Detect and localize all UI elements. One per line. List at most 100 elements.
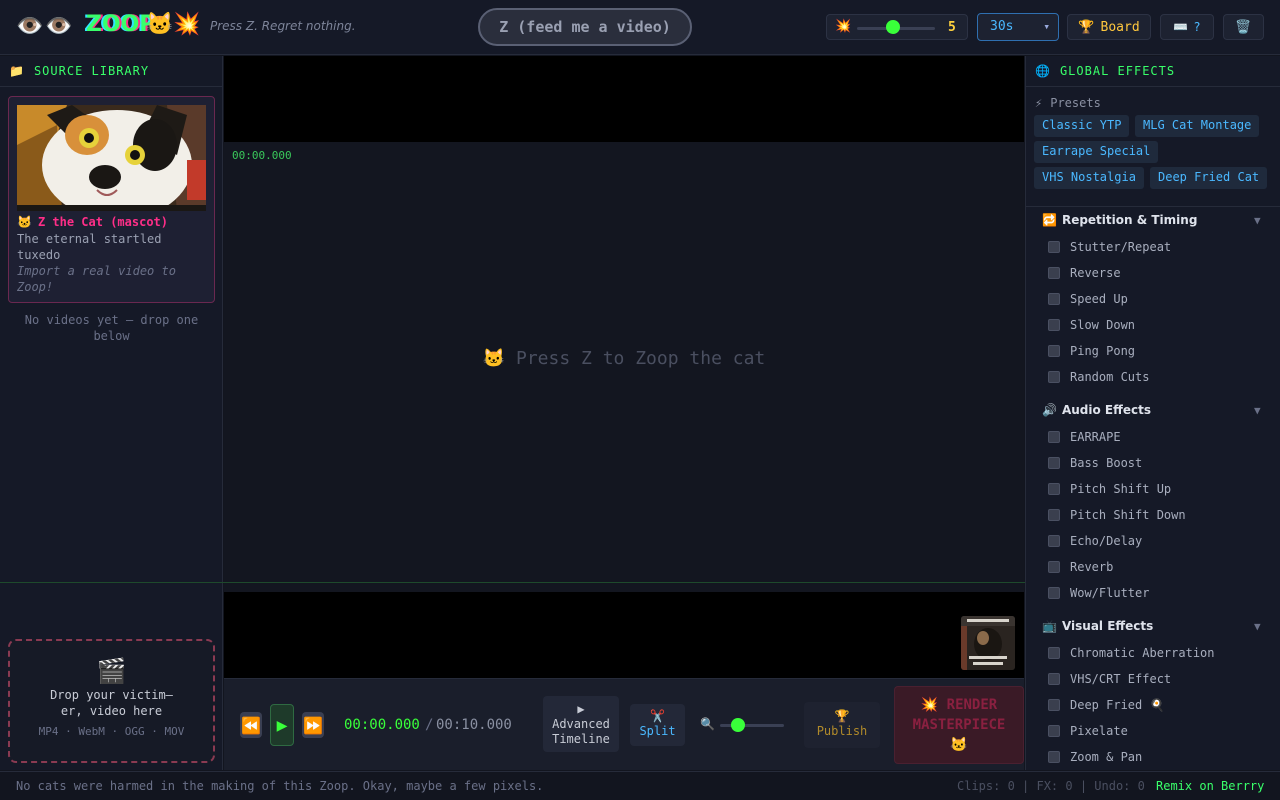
checkbox[interactable] xyxy=(1048,673,1060,685)
group-title: Audio Effects xyxy=(1061,403,1151,417)
fx-label: Pixelate xyxy=(1070,724,1128,738)
fx-label: Wow/Flutter xyxy=(1070,586,1150,600)
fx-pixelate[interactable]: Pixelate xyxy=(1048,724,1128,738)
timeline-strip[interactable] xyxy=(224,592,1024,678)
fx-zoom-pan[interactable]: Zoom & Pan xyxy=(1048,750,1142,764)
clapperboard-icon: 🎬 xyxy=(96,657,127,685)
play-button[interactable]: ▶ xyxy=(270,704,294,746)
mascot-video-card[interactable]: 🐱 Z the Cat (mascot) The eternal startle… xyxy=(8,96,215,303)
checkbox[interactable] xyxy=(1048,483,1060,495)
global-effects-title: GLOBAL EFFECTS xyxy=(1059,64,1176,78)
fx-pitch-shift-up[interactable]: Pitch Shift Up xyxy=(1048,482,1171,496)
fx-bass-boost[interactable]: Bass Boost xyxy=(1048,456,1142,470)
checkbox[interactable] xyxy=(1048,699,1060,711)
preset-deep-fried-cat[interactable]: Deep Fried Cat xyxy=(1150,167,1268,189)
video-viewer[interactable] xyxy=(224,56,1024,142)
time-separator: / xyxy=(425,717,434,733)
checkbox[interactable] xyxy=(1048,457,1060,469)
chaos-slider-knob[interactable] xyxy=(886,20,900,34)
publish-button[interactable]: 🏆 Publish xyxy=(804,702,880,748)
checkbox[interactable] xyxy=(1048,561,1060,573)
checkbox[interactable] xyxy=(1048,319,1060,331)
fx-wow-flutter[interactable]: Wow/Flutter xyxy=(1048,586,1149,600)
status-bar: No cats were harmed in the making of thi… xyxy=(0,771,1280,800)
advanced-timeline-button[interactable]: ▶ Advanced Timeline xyxy=(543,696,619,752)
fx-label: Stutter/Repeat xyxy=(1070,240,1172,254)
group-title: Repetition & Timing xyxy=(1061,213,1198,227)
clear-button[interactable]: 🗑️ xyxy=(1223,14,1264,40)
checkbox[interactable] xyxy=(1048,241,1060,253)
preset-vhs-nostalgia[interactable]: VHS Nostalgia xyxy=(1034,167,1144,189)
footer-message: No cats were harmed in the making of thi… xyxy=(16,779,544,793)
leaderboard-button[interactable]: 🏆 Board xyxy=(1067,14,1151,40)
zoom-slider-knob[interactable] xyxy=(731,718,745,732)
cat-thumbnail[interactable] xyxy=(17,105,206,211)
checkbox[interactable] xyxy=(1048,509,1060,521)
render-masterpiece-button[interactable]: 💥 RENDER MASTERPIECE 🐱 xyxy=(894,686,1024,764)
fx-stutter-repeat[interactable]: Stutter/Repeat xyxy=(1048,240,1171,254)
checkbox[interactable] xyxy=(1048,293,1060,305)
fast-forward-button[interactable]: ⏩ xyxy=(302,712,324,738)
empty-library-note: No videos yet — drop one below xyxy=(24,313,199,343)
checkbox[interactable] xyxy=(1048,751,1060,763)
fx-pitch-shift-down[interactable]: Pitch Shift Down xyxy=(1048,508,1186,522)
checkbox[interactable] xyxy=(1048,431,1060,443)
checkbox[interactable] xyxy=(1048,267,1060,279)
chaos-value: 5 xyxy=(948,20,956,35)
global-effects-heading: 🌐 GLOBAL EFFECTS xyxy=(1035,64,1175,78)
fx-slow-down[interactable]: Slow Down xyxy=(1048,318,1135,332)
fx-earrape[interactable]: EARRAPE xyxy=(1048,430,1121,444)
checkbox[interactable] xyxy=(1048,535,1060,547)
checkbox[interactable] xyxy=(1048,647,1060,659)
keyboard-help-button[interactable]: ⌨️ ? xyxy=(1160,14,1214,40)
checkbox[interactable] xyxy=(1048,371,1060,383)
fx-random-cuts[interactable]: Random Cuts xyxy=(1048,370,1149,384)
zoom-slider-track[interactable] xyxy=(720,724,784,727)
chaos-level-slider[interactable]: 💥 5 xyxy=(826,14,968,40)
preset-earrape-special[interactable]: Earrape Special xyxy=(1034,141,1159,163)
fx-label: Pitch Shift Up xyxy=(1070,482,1172,496)
chevron-down-icon[interactable]: ▼ xyxy=(1254,620,1261,633)
fx-vhs-crt[interactable]: VHS/CRT Effect xyxy=(1048,672,1171,686)
fx-reverb[interactable]: Reverb xyxy=(1048,560,1113,574)
group-repetition-timing[interactable]: 🔁 Repetition & Timing xyxy=(1042,213,1197,227)
video-drop-zone[interactable]: 🎬 Drop your victim— er, video here MP4 ·… xyxy=(8,639,215,763)
fx-reverse[interactable]: Reverse xyxy=(1048,266,1121,280)
cat-icon: 🐱 xyxy=(17,215,32,229)
clip-thumbnail[interactable] xyxy=(961,616,1015,670)
divider xyxy=(0,86,223,87)
fx-echo-delay[interactable]: Echo/Delay xyxy=(1048,534,1142,548)
tagline: Press Z. Regret nothing. xyxy=(210,19,356,33)
fx-chromatic-aberration[interactable]: Chromatic Aberration xyxy=(1048,646,1215,660)
split-label: Split xyxy=(639,724,676,738)
fx-label: Reverb xyxy=(1070,560,1114,574)
checkbox[interactable] xyxy=(1048,587,1060,599)
lightning-icon: ⚡ xyxy=(1035,96,1043,110)
trash-icon: 🗑️ xyxy=(1235,19,1252,35)
group-audio-effects[interactable]: 🔊 Audio Effects xyxy=(1042,403,1151,417)
fx-speed-up[interactable]: Speed Up xyxy=(1048,292,1128,306)
group-visual-effects[interactable]: 📺 Visual Effects xyxy=(1042,619,1153,633)
remix-link[interactable]: Remix on Berrry xyxy=(1156,779,1264,793)
duration-select[interactable]: 30s ▾ xyxy=(977,13,1059,41)
fx-label: Ping Pong xyxy=(1070,344,1136,358)
fx-label: Random Cuts xyxy=(1070,370,1150,384)
group-title: Visual Effects xyxy=(1061,619,1154,633)
feed-video-button[interactable]: Z (feed me a video) xyxy=(478,8,692,46)
chevron-down-icon[interactable]: ▼ xyxy=(1254,214,1261,227)
fx-deep-fried[interactable]: Deep Fried 🍳 xyxy=(1048,698,1164,712)
zoop-app: 👁️👁️ ZOOP 🐱💥 Press Z. Regret nothing. Z … xyxy=(0,0,1280,800)
placeholder-text: Press Z to Zoop the cat xyxy=(516,348,766,369)
preset-mlg-cat-montage[interactable]: MLG Cat Montage xyxy=(1135,115,1260,137)
fx-ping-pong[interactable]: Ping Pong xyxy=(1048,344,1135,358)
chevron-down-icon[interactable]: ▼ xyxy=(1254,404,1261,417)
cat-explosion-icon: 🐱💥 xyxy=(146,12,201,37)
checkbox[interactable] xyxy=(1048,725,1060,737)
split-button[interactable]: ✂️ Split xyxy=(630,704,685,746)
rewind-button[interactable]: ⏪ xyxy=(240,712,262,738)
fx-label: Slow Down xyxy=(1070,318,1136,332)
checkbox[interactable] xyxy=(1048,345,1060,357)
tv-icon: 📺 xyxy=(1042,619,1057,633)
preset-classic-ytp[interactable]: Classic YTP xyxy=(1034,115,1130,137)
chevron-down-icon: ▾ xyxy=(1043,20,1050,33)
